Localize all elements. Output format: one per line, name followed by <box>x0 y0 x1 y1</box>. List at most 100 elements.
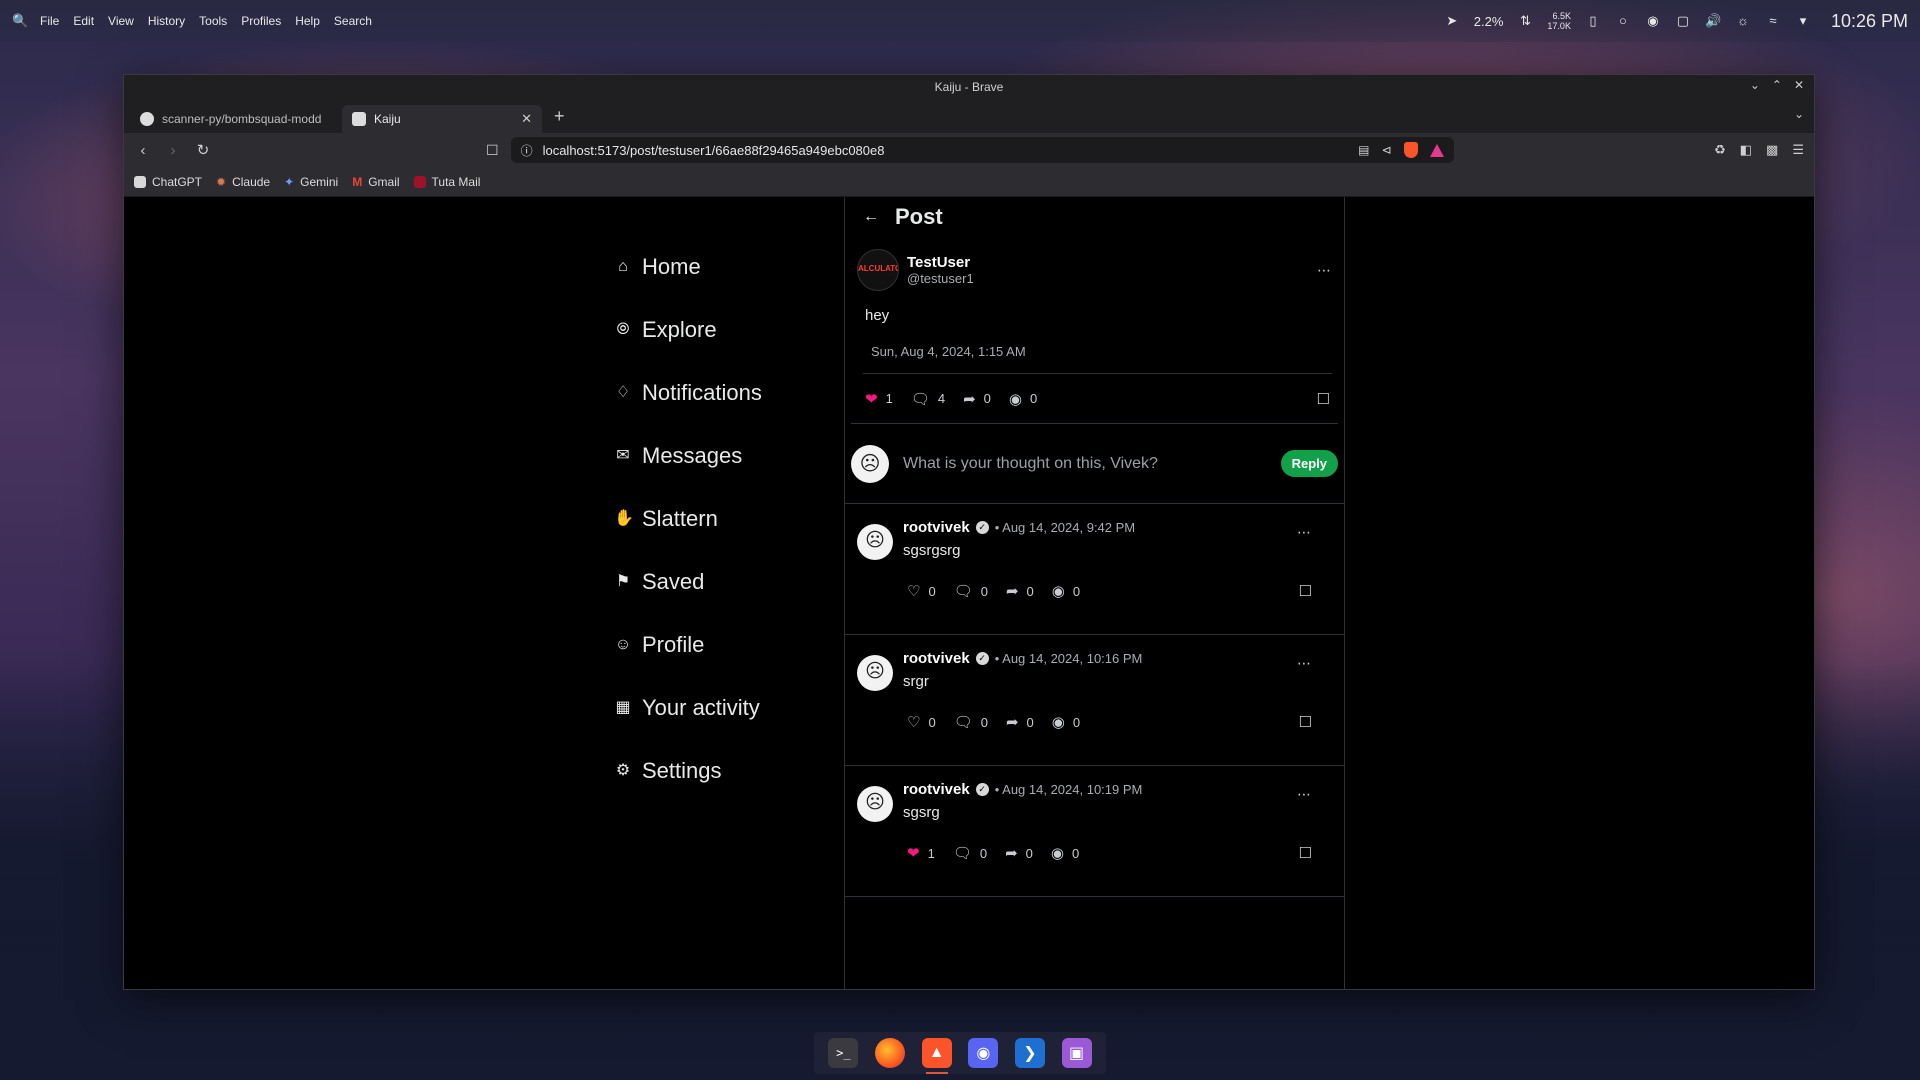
menu-view[interactable]: View <box>108 14 134 28</box>
menu-hamburger-icon[interactable]: ☰ <box>1792 142 1804 158</box>
avatar[interactable]: ALCULATOR <box>857 249 899 291</box>
tab-list-chevron-icon[interactable]: ⌄ <box>1794 107 1804 121</box>
brave-icon[interactable]: ▲ <box>921 1038 952 1074</box>
author-name[interactable]: TestUser <box>907 254 1309 271</box>
author-handle[interactable]: @testuser1 <box>907 271 1309 286</box>
share-icon[interactable]: ⊲ <box>1382 143 1392 157</box>
circle-icon[interactable]: ○ <box>1615 13 1631 29</box>
menu-file[interactable]: File <box>40 14 59 28</box>
comment-author[interactable]: rootvivek <box>903 519 970 536</box>
terminal-icon[interactable]: >_ <box>828 1038 859 1068</box>
sidebar-item-profile[interactable]: ☺ Profile <box>614 613 762 676</box>
back-arrow-icon[interactable]: ← <box>863 208 879 226</box>
avatar[interactable] <box>857 655 893 691</box>
sidebar-item-label: Profile <box>642 631 705 657</box>
window-titlebar[interactable]: Kaiju - Brave ⌄ ⌃ ✕ <box>124 75 1814 99</box>
share-button[interactable]: ➦ 0 <box>1005 844 1033 862</box>
user-icon: ☺ <box>614 635 632 653</box>
like-button[interactable]: ❤ 1 <box>865 390 893 408</box>
back-icon[interactable]: ‹ <box>134 142 152 159</box>
bookmark-page-icon[interactable]: ☐ <box>486 142 499 159</box>
extensions-icon[interactable]: ♻ <box>1714 142 1726 158</box>
wifi-icon[interactable]: ≈ <box>1765 13 1781 29</box>
brave-shields-icon[interactable] <box>1403 142 1418 158</box>
like-button[interactable]: ♡ 0 <box>907 713 936 731</box>
comment-count: 0 <box>979 845 988 861</box>
comment-author[interactable]: rootvivek <box>903 650 970 667</box>
sidebar-item-notifications[interactable]: ♢ Notifications <box>614 361 762 424</box>
menu-tools[interactable]: Tools <box>199 14 227 28</box>
discord-icon[interactable]: ◉ <box>968 1038 999 1068</box>
sidebar-item-explore[interactable]: ⦾ Explore <box>614 298 762 361</box>
menu-edit[interactable]: Edit <box>73 14 94 28</box>
bookmark-claude[interactable]: ✹ Claude <box>216 175 270 189</box>
new-tab-button[interactable]: + <box>544 106 575 133</box>
tab-github[interactable]: scanner-py/bombsquad-modd <box>130 105 340 133</box>
comment-author[interactable]: rootvivek <box>903 781 970 798</box>
comment-button[interactable]: 🗨 0 <box>954 713 988 731</box>
reader-mode-icon[interactable]: ▤ <box>1358 143 1369 157</box>
bookmark-button-icon[interactable]: ☐ <box>1299 582 1312 600</box>
menu-help[interactable]: Help <box>295 14 320 28</box>
more-options-icon[interactable]: ⋯ <box>1317 262 1332 279</box>
bookmark-tuta-mail[interactable]: Tuta Mail <box>413 175 480 189</box>
brightness-icon[interactable]: ☼ <box>1735 13 1751 29</box>
comment-button[interactable]: 🗨 0 <box>954 582 988 600</box>
tray-chevron-icon[interactable]: ▾ <box>1795 13 1811 29</box>
sidebar-item-messages[interactable]: ✉ Messages <box>614 424 762 487</box>
minimize-icon[interactable]: ⌄ <box>1750 78 1760 92</box>
address-bar[interactable]: ⓘ localhost:5173/post/testuser1/66ae88f2… <box>510 137 1454 163</box>
share-button[interactable]: ➦ 0 <box>1006 582 1034 600</box>
gemini-icon: ✦ <box>284 174 295 189</box>
like-button[interactable]: ❤ 1 <box>907 844 935 862</box>
forward-icon[interactable]: › <box>164 142 182 159</box>
clipboard-icon[interactable]: ▯ <box>1585 13 1601 29</box>
more-options-icon[interactable]: ⋯ <box>1297 786 1312 803</box>
tab-kaiju[interactable]: Kaiju ✕ <box>342 105 542 133</box>
bookmark-button-icon[interactable]: ☐ <box>1299 713 1312 731</box>
sidebar-item-settings[interactable]: ⚙ Settings <box>614 739 762 802</box>
window-icon[interactable]: ▢ <box>1675 13 1691 29</box>
share-button[interactable]: ➦ 0 <box>1006 713 1034 731</box>
avatar[interactable] <box>857 786 893 822</box>
sidebar-item-home[interactable]: ⌂ Home <box>614 235 762 298</box>
firefox-icon[interactable] <box>874 1038 905 1068</box>
sidebar-item-saved[interactable]: ⚑ Saved <box>614 550 762 613</box>
close-window-icon[interactable]: ✕ <box>1794 78 1804 92</box>
discord-tray-icon[interactable]: ◉ <box>1645 13 1661 29</box>
comment-button[interactable]: 🗨 0 <box>953 844 987 862</box>
close-tab-icon[interactable]: ✕ <box>521 111 532 127</box>
bookmark-button-icon[interactable]: ☐ <box>1299 844 1312 862</box>
menu-profiles[interactable]: Profiles <box>241 14 281 28</box>
more-options-icon[interactable]: ⋯ <box>1297 655 1312 672</box>
comment-button[interactable]: 🗨 4 <box>911 390 945 408</box>
vscode-icon[interactable]: ❯ <box>1014 1038 1045 1068</box>
more-options-icon[interactable]: ⋯ <box>1297 524 1312 541</box>
reload-icon[interactable]: ↻ <box>194 141 212 159</box>
bookmark-chatgpt[interactable]: ChatGPT <box>134 175 202 189</box>
bookmark-button-icon[interactable]: ☐ <box>1317 390 1330 408</box>
bookmark-gemini[interactable]: ✦ Gemini <box>284 175 338 189</box>
share-button[interactable]: ➦ 0 <box>963 390 991 408</box>
bookmark-gmail[interactable]: M Gmail <box>352 175 399 189</box>
menu-history[interactable]: History <box>148 14 185 28</box>
maximize-icon[interactable]: ⌃ <box>1772 78 1782 92</box>
reply-input[interactable]: What is your thought on this, Vivek? <box>903 455 1267 473</box>
github-favicon-icon <box>140 112 154 126</box>
url-text[interactable]: localhost:5173/post/testuser1/66ae88f294… <box>543 143 1349 158</box>
app-tray-icon[interactable]: ➤ <box>1444 13 1460 29</box>
search-icon[interactable]: 🔍 <box>12 13 28 29</box>
volume-icon[interactable]: 🔊 <box>1705 13 1721 29</box>
like-button[interactable]: ♡ 0 <box>907 582 936 600</box>
menu-search[interactable]: Search <box>334 14 372 28</box>
screenshot-tool-icon[interactable]: ▣ <box>1061 1038 1092 1068</box>
avatar[interactable] <box>857 524 893 560</box>
wallet-icon[interactable]: ▩ <box>1766 142 1778 158</box>
brave-rewards-icon[interactable] <box>1429 143 1444 157</box>
reply-button[interactable]: Reply <box>1280 450 1338 477</box>
sidebar-toggle-icon[interactable]: ◧ <box>1740 142 1752 158</box>
clock[interactable]: 10:26 PM <box>1831 11 1908 32</box>
sidebar-item-slattern[interactable]: ✋ Slattern <box>614 487 762 550</box>
site-info-icon[interactable]: ⓘ <box>521 142 533 159</box>
sidebar-item-your-activity[interactable]: ▦ Your activity <box>614 676 762 739</box>
